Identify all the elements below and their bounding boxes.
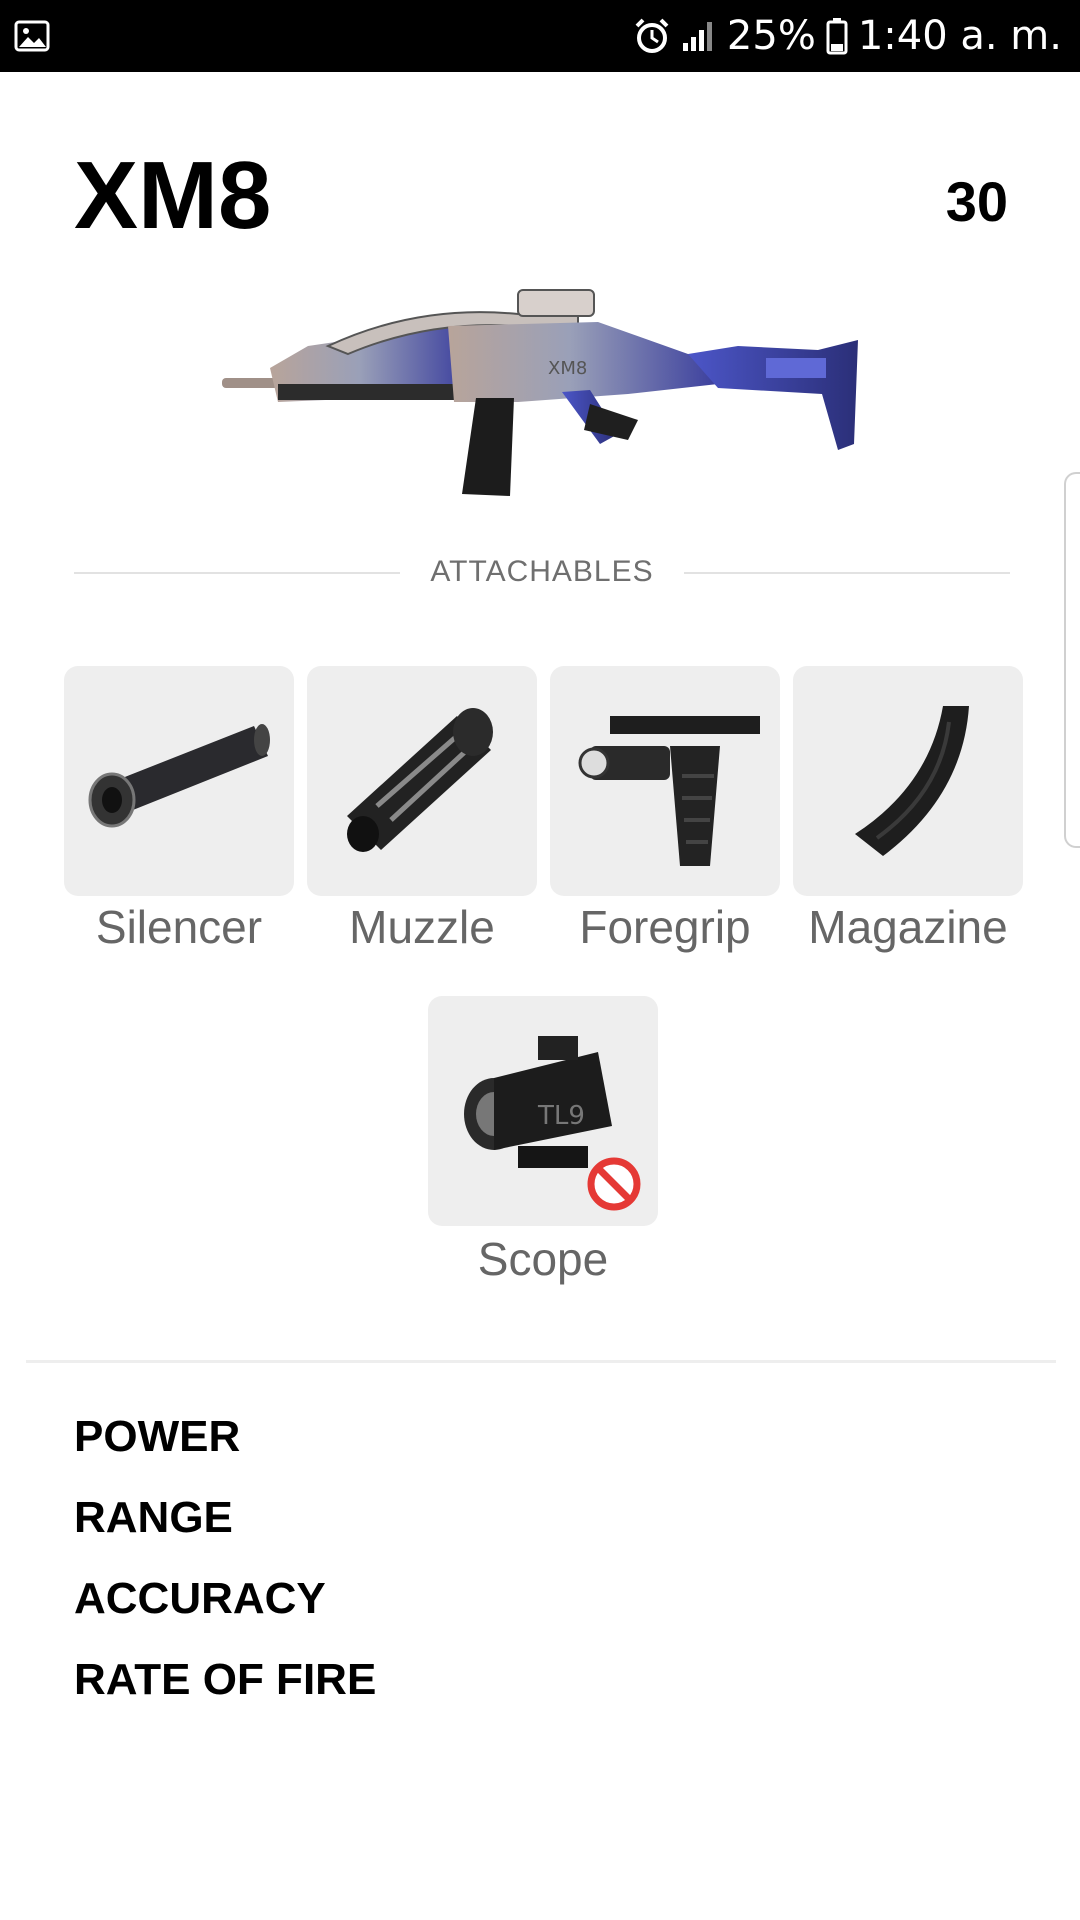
rifle-engraving: XM8 — [548, 358, 587, 379]
attachment-scope[interactable]: TL9 — [428, 996, 658, 1226]
weapon-name: XM8 — [74, 142, 272, 249]
magazine-image — [855, 706, 969, 856]
stat-power-label: POWER — [74, 1412, 241, 1461]
attachables-divider: ATTACHABLES — [74, 552, 1010, 592]
clock: 1:40 a. m. — [857, 13, 1062, 59]
alarm-icon — [635, 18, 669, 53]
divider-line-right — [684, 572, 1010, 574]
silencer-image — [88, 724, 270, 828]
foregrip-label: Foregrip — [579, 901, 751, 953]
stats-divider — [26, 1360, 1056, 1363]
attachment-magazine[interactable] — [793, 666, 1023, 896]
stat-rate-of-fire-label: RATE OF FIRE — [74, 1655, 377, 1704]
muzzle-label: Muzzle — [349, 901, 495, 953]
silencer-label: Silencer — [95, 901, 263, 953]
status-bar: 25% 1:40 a. m. — [0, 0, 1080, 72]
attachment-muzzle[interactable] — [307, 666, 537, 896]
magazine-label: Magazine — [808, 901, 1008, 953]
stat-accuracy-label: ACCURACY — [74, 1574, 326, 1623]
foregrip-image — [578, 716, 760, 866]
gallery-icon — [14, 20, 50, 52]
signal-icon — [682, 22, 712, 51]
weapon-count: 30 — [945, 170, 1008, 233]
scope-label: Scope — [477, 1233, 609, 1285]
stat-range-label: RANGE — [74, 1493, 233, 1542]
attachment-foregrip[interactable] — [550, 666, 780, 896]
battery-percent: 25% — [726, 13, 816, 59]
attachment-silencer[interactable] — [64, 666, 294, 896]
battery-icon — [826, 18, 848, 55]
muzzle-image — [347, 708, 493, 852]
svg-text:TL9: TL9 — [537, 1101, 585, 1131]
assault-rifle-image: XM8 — [222, 289, 858, 496]
side-drawer-handle[interactable] — [1064, 472, 1080, 848]
prohibited-icon — [587, 1157, 641, 1211]
